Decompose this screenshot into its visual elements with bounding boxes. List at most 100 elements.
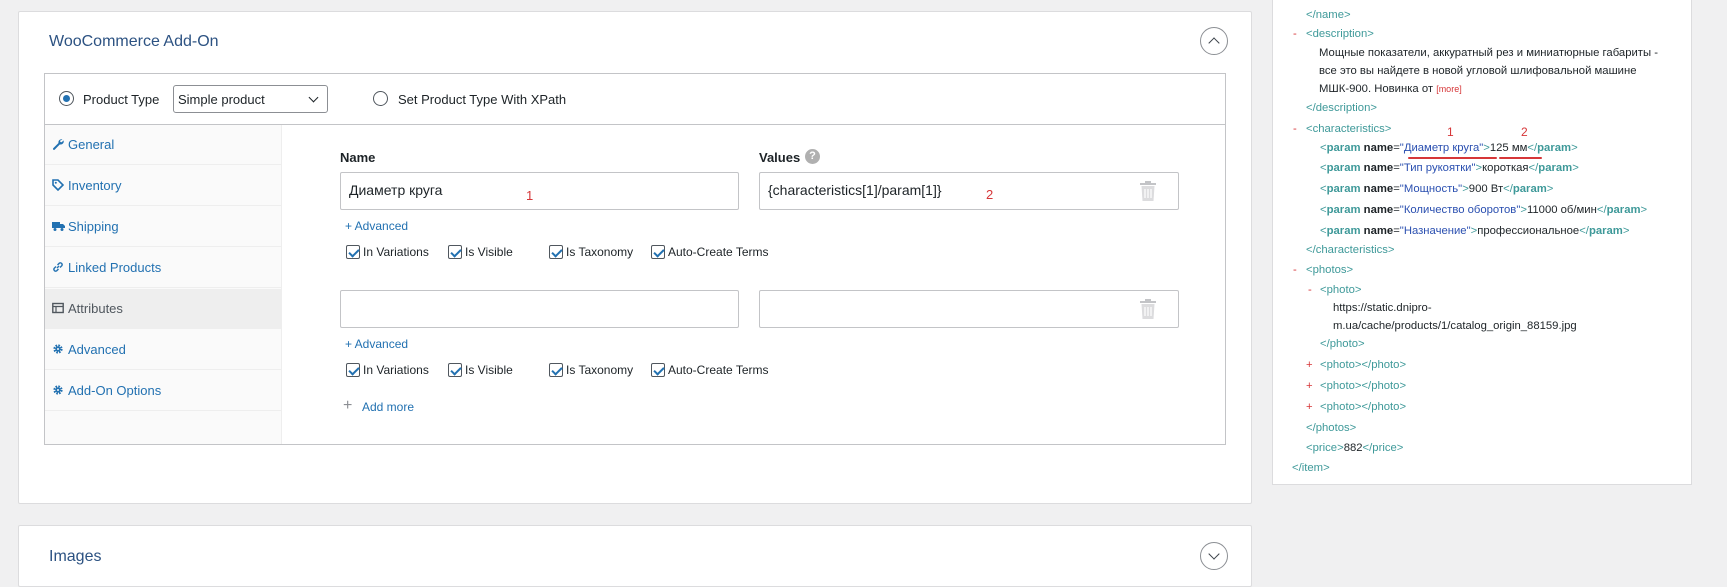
tab-label: Advanced	[68, 342, 126, 357]
table-icon	[52, 302, 64, 314]
product-type-radio[interactable]	[59, 91, 74, 106]
is-taxonomy-checkbox[interactable]	[549, 245, 563, 259]
description-text: все это вы найдете в новой угловой шлифо…	[1319, 65, 1637, 77]
xml-param-line: <param name="Количество оборотов">11000 …	[1320, 204, 1648, 216]
values-column-header: Values	[759, 150, 801, 165]
product-type-select[interactable]: Simple product	[173, 85, 328, 113]
tab-inventory[interactable]: Inventory	[45, 166, 281, 206]
collapse-toggle[interactable]: -	[1308, 284, 1312, 296]
attribute-name-value: Диаметр круга	[349, 182, 443, 198]
price-value: 882	[1343, 442, 1363, 454]
xml-param-line: <param name="Диаметр круга">125 мм</para…	[1320, 142, 1578, 154]
xml-line: <photo></photo>	[1320, 359, 1407, 371]
tab-label: Linked Products	[68, 260, 162, 275]
collapse-button[interactable]	[1200, 27, 1228, 55]
attribute-name-input[interactable]	[340, 290, 739, 328]
expand-toggle[interactable]: +	[1306, 359, 1313, 371]
tag-icon	[52, 179, 65, 192]
xml-line: </description>	[1306, 102, 1377, 114]
expand-toggle[interactable]: +	[1306, 380, 1313, 392]
tab-attributes[interactable]: Attributes	[45, 289, 281, 329]
attribute-values-input[interactable]: {characteristics[1]/param[1]}	[759, 172, 1179, 210]
woocommerce-addon-panel: WooCommerce Add-On Product Type Simple p…	[18, 11, 1252, 504]
is-visible-checkbox[interactable]	[448, 245, 462, 259]
tab-addon-options[interactable]: Add-On Options	[45, 371, 281, 411]
images-panel: Images	[18, 525, 1252, 587]
advanced-link[interactable]: + Advanced	[345, 219, 408, 233]
param-name: Количество оборотов	[1403, 204, 1517, 216]
annotation-marker: 1	[526, 188, 534, 203]
auto-create-terms-checkbox[interactable]	[651, 363, 665, 377]
chevron-down-icon	[1208, 548, 1220, 560]
xml-line: <photo></photo>	[1320, 380, 1407, 392]
param-value: 125 мм	[1489, 142, 1528, 154]
collapse-toggle[interactable]: -	[1293, 28, 1297, 40]
auto-create-terms-checkbox[interactable]	[651, 245, 665, 259]
tab-advanced[interactable]: Advanced	[45, 330, 281, 370]
red-underline	[1499, 157, 1542, 159]
help-icon[interactable]: ?	[805, 149, 820, 164]
add-more-link[interactable]: Add more	[362, 400, 414, 414]
checkbox-label: Auto-Create Terms	[668, 245, 769, 259]
more-link[interactable]: [more]	[1436, 84, 1462, 94]
is-visible-checkbox[interactable]	[448, 363, 462, 377]
description-text: Мощные показатели, аккуратный рез и мини…	[1319, 47, 1658, 59]
attribute-name-input[interactable]: Диаметр круга	[340, 172, 739, 210]
xml-line: <characteristics>	[1306, 123, 1392, 135]
xml-line: </photo>	[1320, 338, 1365, 350]
photo-url: m.ua/cache/products/1/catalog_origin_881…	[1333, 320, 1577, 332]
tab-label: Shipping	[68, 219, 119, 234]
is-taxonomy-checkbox[interactable]	[549, 363, 563, 377]
description-text-last: МШК-900. Новинка от [more]	[1319, 83, 1462, 95]
plus-icon: +	[343, 397, 353, 414]
xml-line: <photo>	[1320, 284, 1362, 296]
collapse-toggle[interactable]: -	[1293, 123, 1297, 135]
tab-label: Inventory	[68, 178, 122, 193]
tab-general[interactable]: General	[45, 125, 281, 165]
annotation-marker: 2	[986, 187, 994, 202]
expand-button[interactable]	[1200, 542, 1228, 570]
tab-shipping[interactable]: Shipping	[45, 207, 281, 247]
checkbox-label: Is Taxonomy	[566, 363, 634, 377]
checkbox-label: Auto-Create Terms	[668, 363, 769, 377]
product-type-label: Product Type	[83, 92, 160, 107]
checkbox-label: In Variations	[363, 245, 429, 259]
checkbox-label: Is Taxonomy	[566, 245, 634, 259]
param-value: профессиональное	[1477, 225, 1580, 237]
name-column-header: Name	[340, 150, 376, 165]
red-underline	[1408, 157, 1497, 159]
in-variations-checkbox[interactable]	[346, 245, 360, 259]
advanced-link[interactable]: + Advanced	[345, 337, 408, 351]
xml-line: <photo></photo>	[1320, 401, 1407, 413]
tab-linked-products[interactable]: Linked Products	[45, 248, 281, 288]
attribute-values-value: {characteristics[1]/param[1]}	[768, 182, 942, 198]
truck-icon	[52, 220, 65, 232]
gear-icon	[52, 384, 64, 396]
checkbox-label: In Variations	[363, 363, 429, 377]
attribute-values-input[interactable]	[759, 290, 1179, 328]
expand-toggle[interactable]: +	[1306, 401, 1313, 413]
collapse-toggle[interactable]: -	[1293, 264, 1297, 276]
trash-icon[interactable]	[1140, 299, 1156, 319]
description-text: МШК-900. Новинка от	[1319, 83, 1434, 95]
xpath-radio[interactable]	[373, 91, 388, 106]
addon-options-box: Product Type Simple product Set Product …	[44, 73, 1226, 445]
xml-line: </name>	[1306, 9, 1351, 21]
checkbox-label: Is Visible	[465, 245, 513, 259]
param-value: короткая	[1482, 162, 1529, 174]
in-variations-checkbox[interactable]	[346, 363, 360, 377]
param-name: Назначение	[1403, 225, 1467, 237]
product-type-row: Product Type Simple product Set Product …	[45, 74, 1225, 125]
xml-line: </characteristics>	[1306, 244, 1395, 256]
param-name: Диаметр круга	[1403, 142, 1480, 154]
chevron-up-icon	[1208, 37, 1220, 49]
xml-param-line: <param name="Мощность">900 Вт</param>	[1320, 183, 1554, 195]
chevron-down-icon	[308, 92, 319, 103]
xml-param-line: <param name="Тип рукоятки">короткая</par…	[1320, 162, 1579, 174]
param-name: Мощность	[1403, 183, 1459, 195]
product-data-tabs: General Inventory Shipping Linked Produc…	[45, 125, 282, 444]
xml-param-line: <param name="Назначение">профессионально…	[1320, 225, 1630, 237]
trash-icon[interactable]	[1140, 181, 1156, 201]
product-type-value: Simple product	[178, 92, 265, 107]
param-name: Тип рукоятки	[1403, 162, 1472, 174]
